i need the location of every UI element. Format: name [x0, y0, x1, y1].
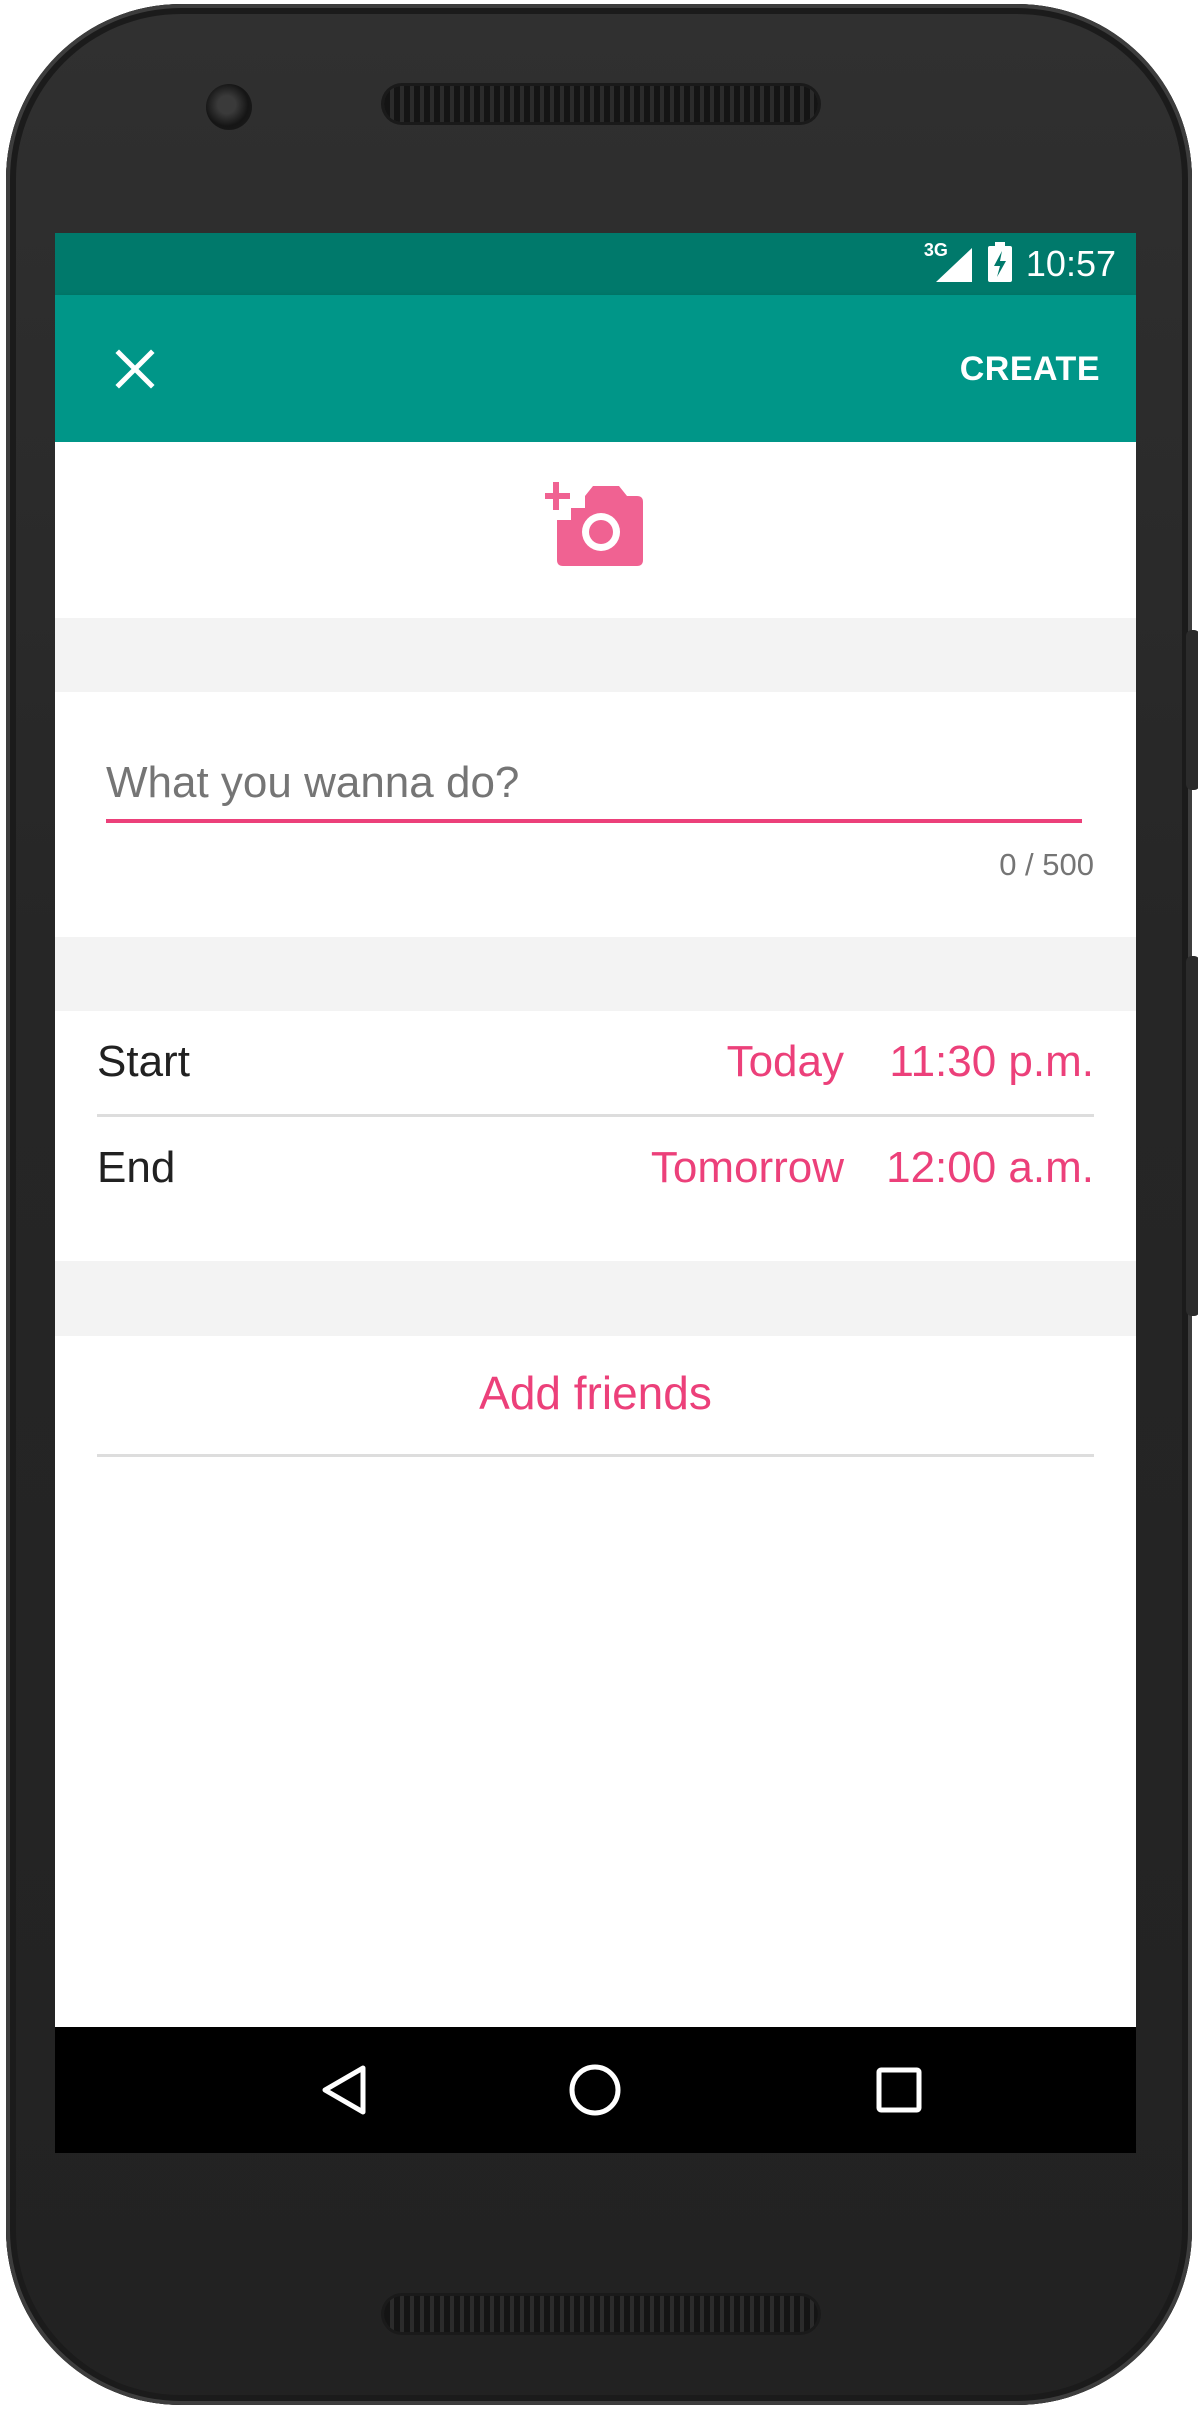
status-clock: 10:57 [1025, 243, 1116, 284]
activity-input[interactable] [106, 752, 1081, 814]
start-row: Start Today 11:30 p.m. [97, 1013, 1094, 1113]
photo-section [55, 442, 1136, 618]
front-camera [206, 84, 252, 130]
schedule-section: Start Today 11:30 p.m. End Tomorrow 12:0… [55, 1011, 1136, 1261]
add-photo-icon [542, 482, 643, 566]
app-bar: CREATE [55, 295, 1136, 442]
end-label: End [97, 1143, 176, 1192]
input-underline [106, 819, 1082, 823]
close-icon [115, 349, 155, 389]
home-button[interactable] [555, 2050, 635, 2130]
system-nav-bar [55, 2027, 1136, 2153]
back-button[interactable] [305, 2050, 385, 2130]
recents-icon [876, 2067, 922, 2113]
close-button[interactable] [95, 329, 175, 409]
add-photo-button[interactable] [542, 482, 645, 572]
status-icons: 3G 10:57 [924, 233, 1116, 295]
start-label: Start [97, 1037, 190, 1086]
end-row: End Tomorrow 12:00 a.m. [97, 1119, 1094, 1219]
section-gap [55, 618, 1136, 692]
create-button[interactable]: CREATE [956, 339, 1104, 399]
section-gap [55, 1261, 1136, 1336]
bottom-speaker-grille [384, 2296, 818, 2332]
home-icon [569, 2064, 621, 2116]
battery-charging-icon [987, 241, 1012, 287]
volume-button [1186, 956, 1198, 1316]
end-time[interactable]: 12:00 a.m. [886, 1143, 1094, 1193]
back-icon [322, 2065, 366, 2115]
end-date[interactable]: Tomorrow [651, 1143, 844, 1193]
status-bar: 3G 10:57 [55, 233, 1136, 295]
recents-button[interactable] [859, 2050, 939, 2130]
activity-section: 0 / 500 [55, 692, 1136, 937]
start-time[interactable]: 11:30 p.m. [889, 1037, 1094, 1087]
friends-divider [97, 1454, 1094, 1457]
top-speaker-grille [384, 86, 818, 122]
app-screen: 3G 10:57 CREATE What you wanna do? 0 / 5… [55, 233, 1136, 2153]
add-friends-button[interactable]: Add friends [55, 1366, 1136, 1436]
character-counter: 0 / 500 [999, 847, 1094, 882]
signal-icon: 3G [924, 240, 974, 284]
row-divider [97, 1114, 1094, 1117]
start-date[interactable]: Today [727, 1037, 844, 1087]
section-gap [55, 937, 1136, 1011]
power-button [1186, 630, 1198, 790]
